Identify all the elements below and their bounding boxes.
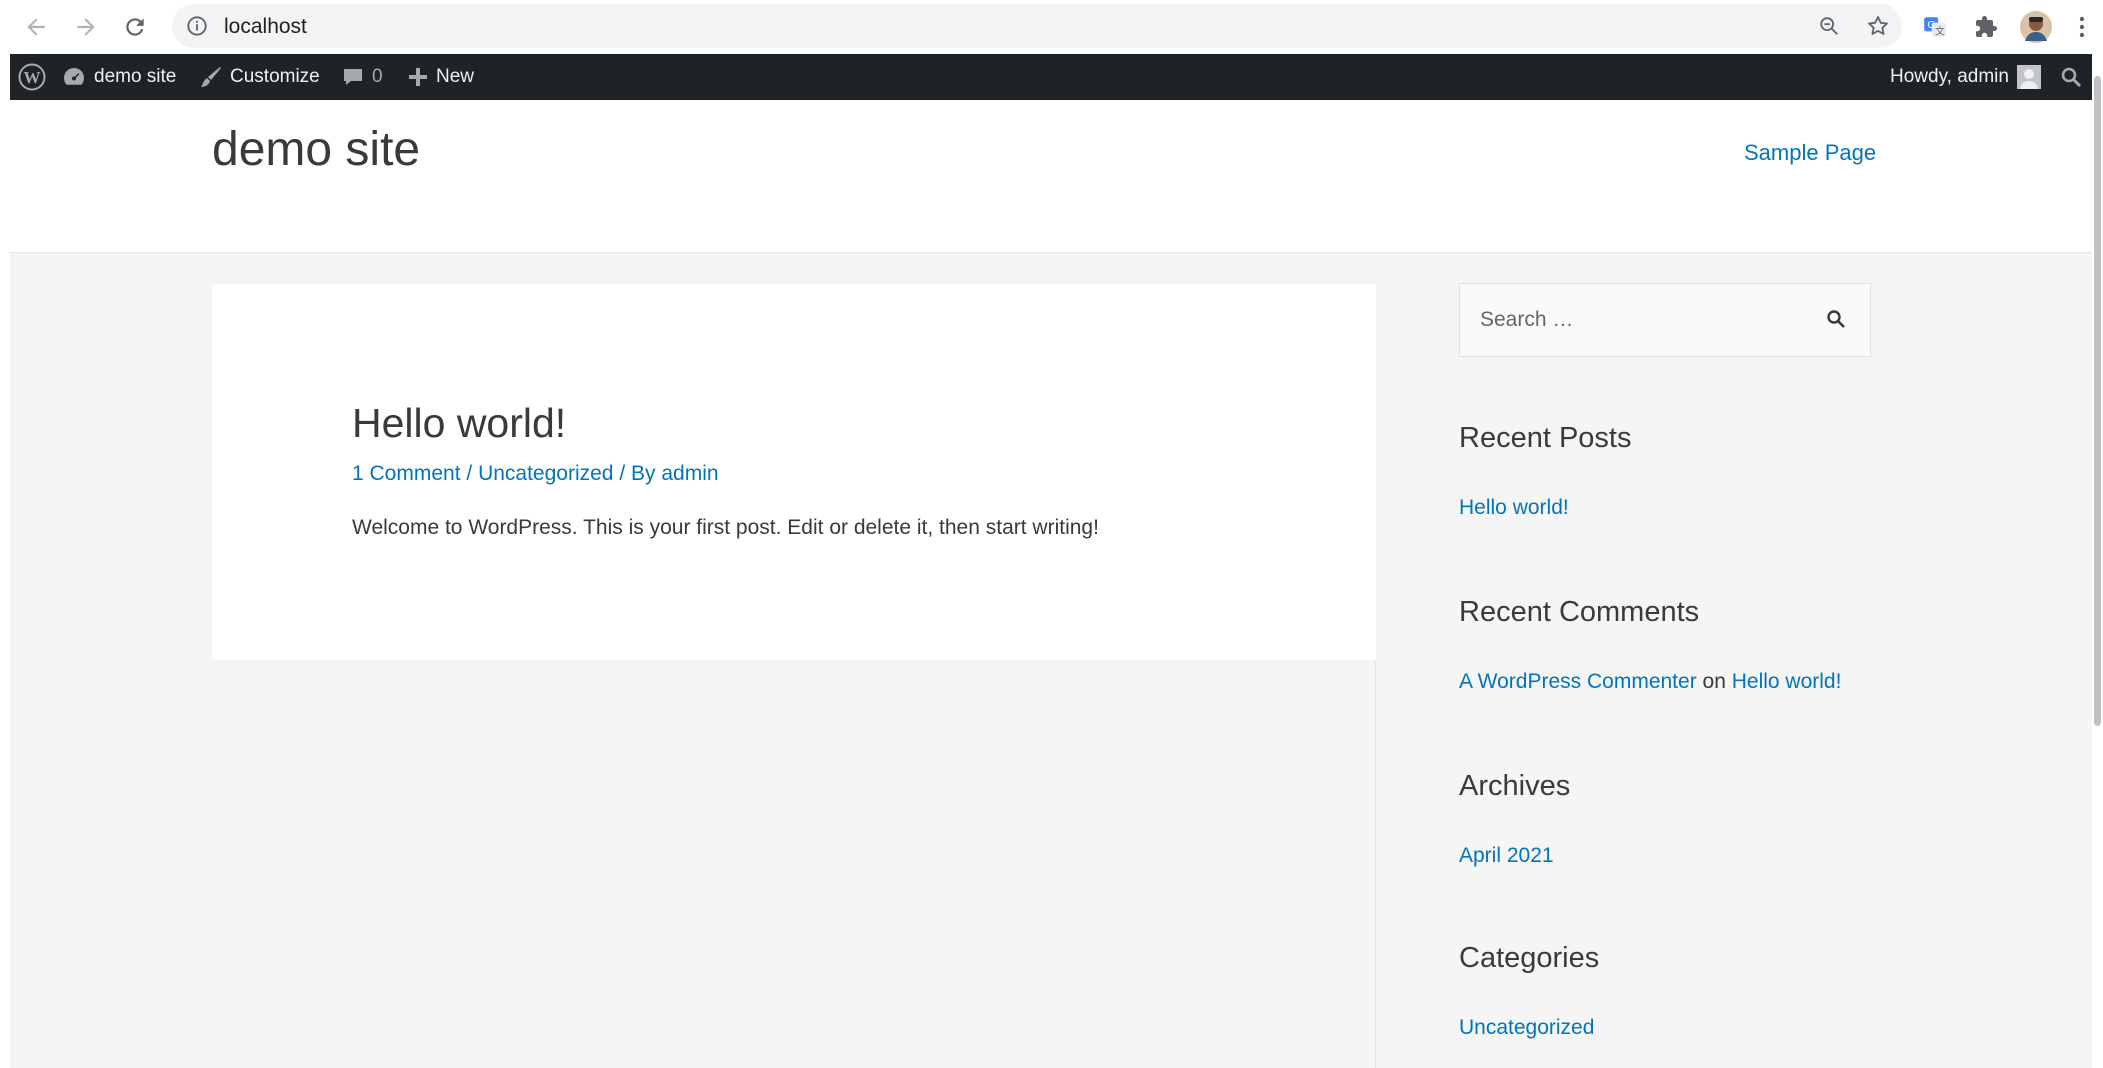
zoom-out-icon[interactable] [1818,15,1840,42]
post-meta: 1 Comment / Uncategorized / By admin [352,462,719,486]
profile-avatar[interactable] [2019,10,2053,44]
svg-text:文: 文 [1935,25,1945,38]
admin-bar-new[interactable]: New [408,54,474,100]
admin-bar-site-label: demo site [94,66,177,87]
nav-sample-page[interactable]: Sample Page [1744,140,1876,166]
recent-comment-item: A WordPress Commenter on Hello world! [1459,670,1841,694]
paintbrush-icon [201,67,221,87]
browser-toolbar: localhost G文 [0,0,2103,54]
comment-bubble-icon [344,69,362,85]
post-meta-by: / By [613,462,662,485]
wordpress-logo-icon: W [18,63,46,91]
scrollbar-thumb[interactable] [2094,76,2101,726]
admin-bar-comments-count: 0 [372,66,383,87]
extensions-puzzle-icon[interactable] [1969,10,2003,44]
admin-bar-howdy: Howdy, admin [1890,66,2009,87]
comment-post-link[interactable]: Hello world! [1732,670,1842,693]
post-author-link[interactable]: admin [661,462,718,485]
search-submit-icon[interactable] [1826,309,1846,334]
search-icon [2061,67,2082,88]
forward-button[interactable] [70,11,102,43]
recent-posts-title: Recent Posts [1459,422,1632,454]
comment-author-link[interactable]: A WordPress Commenter [1459,670,1697,693]
sidebar-search-form [1459,283,1871,357]
post-category-link[interactable]: Uncategorized [478,462,613,485]
recent-comments-title: Recent Comments [1459,596,1700,628]
web-page: W demo site Customize 0 New Howdy, admin… [10,54,2092,1068]
archive-link[interactable]: April 2021 [1459,844,1554,868]
post-comments-link[interactable]: 1 Comment [352,462,461,485]
reload-button[interactable] [119,11,151,43]
categories-title: Categories [1459,942,1600,974]
arrow-right-icon [77,18,95,36]
admin-bar-site-name[interactable]: demo site [62,54,176,100]
admin-bar-new-label: New [436,66,475,87]
info-icon[interactable] [186,15,208,42]
bookmark-star-icon[interactable] [1866,14,1890,43]
browser-menu-icon[interactable] [2070,10,2094,44]
site-header: demo site Sample Page [10,100,2092,253]
reload-icon [126,18,144,36]
user-avatar-icon [2016,65,2041,89]
url-text[interactable]: localhost [224,15,307,39]
admin-bar-comments[interactable]: 0 [342,54,383,100]
admin-bar-search[interactable] [2060,54,2082,100]
admin-bar-customize-label: Customize [230,66,320,87]
admin-bar-customize[interactable]: Customize [200,54,320,100]
post-meta-separator: / [460,462,479,485]
back-button[interactable] [20,11,52,43]
translate-extension-icon[interactable]: G文 [1918,10,1952,44]
address-bar[interactable]: localhost [172,4,1902,48]
post-title[interactable]: Hello world! [352,400,566,447]
archives-title: Archives [1459,770,1571,802]
category-link[interactable]: Uncategorized [1459,1016,1594,1040]
content-sidebar-divider [1375,660,1376,1068]
wordpress-logo-menu[interactable]: W [12,54,52,100]
comment-on-text: on [1696,670,1732,693]
admin-bar: W demo site Customize 0 New Howdy, admin [10,54,2092,100]
dashboard-gauge-icon [64,68,84,85]
arrow-left-icon [27,18,45,36]
recent-post-link[interactable]: Hello world! [1459,496,1569,520]
post-card: Hello world! 1 Comment / Uncategorized /… [212,284,1376,660]
site-title[interactable]: demo site [212,122,420,177]
svg-text:G: G [1927,20,1935,31]
page-scrollbar[interactable] [2092,54,2103,1068]
admin-bar-my-account[interactable]: Howdy, admin [1890,54,2041,100]
search-input[interactable] [1460,284,1790,356]
svg-text:W: W [24,68,41,87]
plus-icon [409,68,427,86]
post-excerpt: Welcome to WordPress. This is your first… [352,516,1099,539]
